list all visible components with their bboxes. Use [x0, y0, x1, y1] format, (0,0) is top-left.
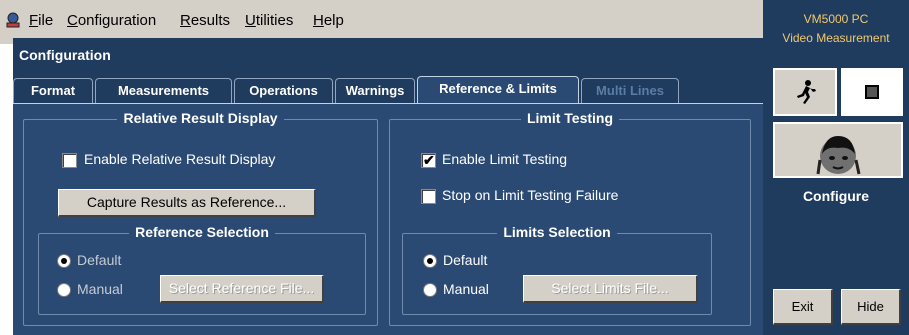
- tab-operations[interactable]: Operations: [234, 78, 333, 104]
- enable-limit-testing-checkbox[interactable]: ✔: [421, 152, 436, 168]
- menu-help[interactable]: Help: [313, 12, 344, 29]
- mode-label: Configure: [802, 188, 870, 204]
- tab-format[interactable]: Format: [13, 78, 93, 104]
- limits-default-radio[interactable]: [423, 254, 437, 268]
- limits-selection-title: Limits Selection: [497, 224, 617, 240]
- tab-warnings[interactable]: Warnings: [335, 78, 415, 104]
- stop-on-failure-label[interactable]: Stop on Limit Testing Failure: [442, 187, 618, 203]
- configuration-window: Configuration Format Measurements Operat…: [13, 38, 763, 335]
- product-name: VM5000 PC: [803, 12, 869, 26]
- enable-relative-label[interactable]: Enable Relative Result Display: [84, 151, 275, 167]
- select-limits-file-button: Select Limits File...: [523, 275, 698, 303]
- reference-default-label[interactable]: Default: [77, 252, 121, 268]
- run-icon: [797, 80, 816, 104]
- menu-file[interactable]: File: [29, 12, 53, 29]
- menu-results[interactable]: Results: [180, 12, 230, 29]
- run-button[interactable]: [773, 68, 837, 116]
- enable-relative-checkbox[interactable]: [62, 153, 77, 168]
- limits-manual-radio[interactable]: [423, 283, 437, 297]
- capture-results-button[interactable]: Capture Results as Reference...: [58, 189, 316, 217]
- configure-tile[interactable]: [773, 122, 903, 178]
- menu-utilities[interactable]: Utilities: [245, 12, 293, 29]
- tab-strip: Format Measurements Operations Warnings …: [13, 76, 763, 106]
- reference-manual-radio[interactable]: [57, 283, 71, 297]
- limit-testing-group: Limit Testing ✔ Enable Limit Testing Sto…: [389, 110, 751, 326]
- checkmark-icon: ✔: [423, 152, 435, 168]
- enable-limit-testing-label[interactable]: Enable Limit Testing: [442, 151, 567, 167]
- reference-default-radio[interactable]: [57, 254, 71, 268]
- limits-default-label[interactable]: Default: [443, 252, 487, 268]
- product-subtitle: Video Measurement: [782, 31, 890, 45]
- stop-icon: [865, 85, 879, 99]
- limits-manual-label[interactable]: Manual: [443, 281, 489, 297]
- reference-selection-title: Reference Selection: [129, 224, 275, 240]
- relative-result-display-title: Relative Result Display: [117, 110, 284, 126]
- exit-button[interactable]: Exit: [773, 289, 833, 325]
- relative-result-display-group: Relative Result Display Enable Relative …: [23, 110, 378, 326]
- tab-reference-limits[interactable]: Reference & Limits: [417, 76, 579, 106]
- reference-selection-group: Reference Selection Default Manual Selec…: [38, 224, 366, 315]
- face-icon: [816, 136, 861, 175]
- window-title: Configuration: [19, 47, 111, 63]
- limit-testing-title: Limit Testing: [520, 110, 620, 126]
- select-reference-file-button: Select Reference File...: [160, 275, 324, 303]
- stop-on-failure-checkbox[interactable]: [421, 189, 436, 204]
- menu-configuration[interactable]: Configuration: [67, 12, 156, 29]
- tab-multi-lines: Multi Lines: [581, 78, 679, 104]
- reference-manual-label[interactable]: Manual: [77, 281, 123, 297]
- limits-selection-group: Limits Selection Default Manual Select L…: [402, 224, 712, 315]
- hide-button[interactable]: Hide: [841, 289, 901, 325]
- sidebar: VM5000 PC Video Measurement Configure Ex…: [763, 0, 909, 335]
- reference-limits-panel: Relative Result Display Enable Relative …: [13, 103, 763, 335]
- tab-measurements[interactable]: Measurements: [95, 78, 232, 104]
- app-icon[interactable]: [4, 11, 22, 29]
- stop-button[interactable]: [841, 68, 903, 116]
